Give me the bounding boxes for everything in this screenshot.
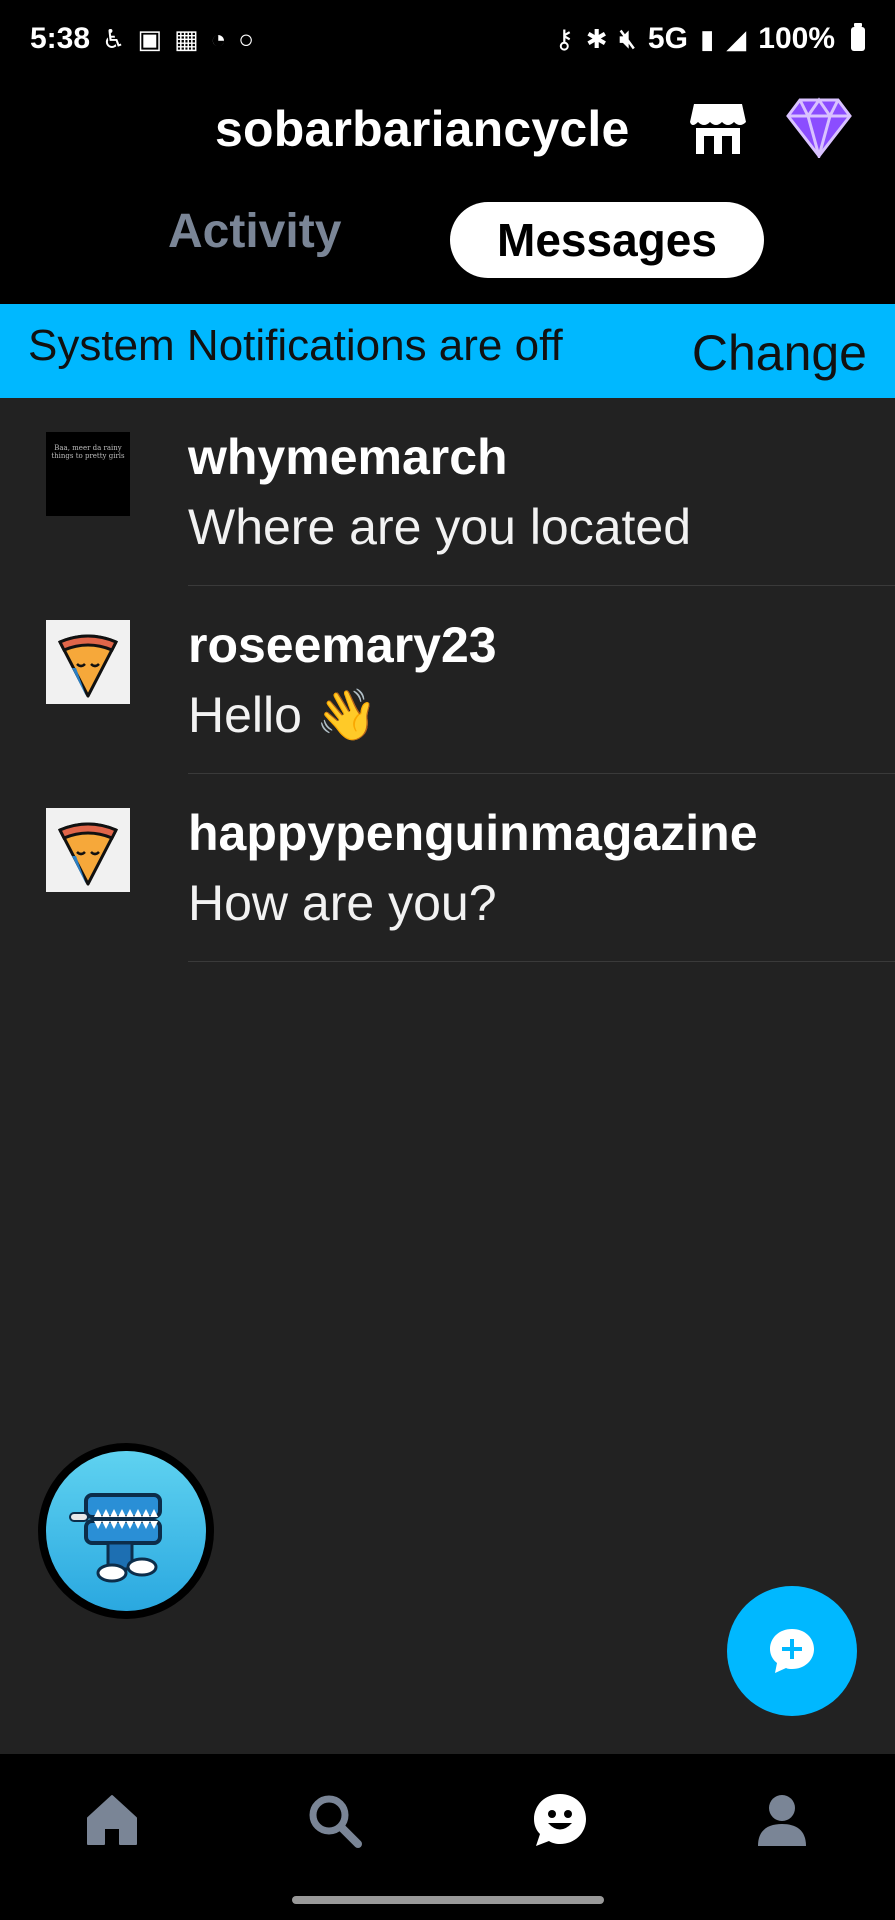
teeth-sticker-icon <box>69 1493 162 1583</box>
status-bar: 5:38 ♿ ▣ ▦ ◔ ○ ⚷ ✱ 🔇︎ 5G ▮ ◢ 100% <box>0 0 895 78</box>
compose-message-icon <box>770 1629 814 1673</box>
conversation-preview: Where are you located <box>188 499 692 555</box>
compose-message-button[interactable] <box>727 1586 857 1716</box>
network-type: 5G <box>647 22 688 55</box>
teeth-sticker-avatar[interactable] <box>38 1443 214 1619</box>
battery-percent: 100% <box>758 22 835 55</box>
app-header: sobarbariancycle Activity Messages <box>0 78 895 304</box>
conversation-preview: How are you? <box>188 875 497 931</box>
search-icon[interactable] <box>304 1790 364 1850</box>
sticker-background <box>46 1451 206 1611</box>
pizza-avatar[interactable] <box>46 808 130 892</box>
notifications-off-banner: System Notifications are off Change <box>0 304 895 398</box>
conversation-row[interactable]: roseemary23 Hello 👋 <box>0 586 895 774</box>
conversation-name: whymemarch <box>188 429 508 485</box>
key-icon: ⚷ <box>554 23 574 54</box>
blog-title[interactable]: sobarbariancycle <box>215 100 630 158</box>
pizza-avatar[interactable] <box>46 620 130 704</box>
signal-icon: ▮ <box>699 23 715 54</box>
no-signal-icon: ◢ <box>726 23 747 54</box>
conversation-row[interactable]: happypenguinmagazine How are you? <box>0 774 895 962</box>
clock: 5:38 <box>30 22 91 55</box>
messages-icon[interactable] <box>530 1790 590 1850</box>
status-right: ⚷ ✱ 🔇︎ 5G ▮ ◢ 100% <box>555 22 865 56</box>
wifi-calling-icon: ◔ <box>210 23 227 54</box>
tab-activity[interactable]: Activity <box>168 204 341 259</box>
conversation-name: roseemary23 <box>188 617 497 673</box>
circle-icon: ○ <box>238 23 254 54</box>
image-icon: ▣ <box>137 23 162 54</box>
conversation-row[interactable]: Baa, meer da rainy things to pretty girl… <box>0 398 895 586</box>
battery-icon <box>851 23 865 51</box>
gem-icon[interactable] <box>786 96 852 158</box>
conversation-name: happypenguinmagazine <box>188 805 758 861</box>
avatar-caption: Baa, meer da rainy things to pretty girl… <box>51 444 125 460</box>
banner-text: System Notifications are off <box>28 321 563 370</box>
change-button[interactable]: Change <box>692 324 867 382</box>
status-left: 5:38 ♿ ▣ ▦ ◔ ○ <box>30 22 254 56</box>
text-avatar[interactable]: Baa, meer da rainy things to pretty girl… <box>46 432 130 516</box>
home-icon[interactable] <box>82 1790 142 1850</box>
home-indicator[interactable] <box>292 1896 604 1904</box>
shop-icon[interactable] <box>688 98 748 158</box>
conversation-list: Baa, meer da rainy things to pretty girl… <box>0 398 895 962</box>
tab-messages[interactable]: Messages <box>450 202 764 278</box>
accessibility-icon: ♿ <box>102 23 126 54</box>
bluetooth-icon: ✱ <box>585 23 608 54</box>
photos-icon: ▦ <box>173 23 199 54</box>
account-icon[interactable] <box>752 1790 812 1850</box>
mute-icon: 🔇︎ <box>619 23 636 53</box>
conversation-preview: Hello 👋 <box>188 687 379 743</box>
divider <box>188 961 895 962</box>
